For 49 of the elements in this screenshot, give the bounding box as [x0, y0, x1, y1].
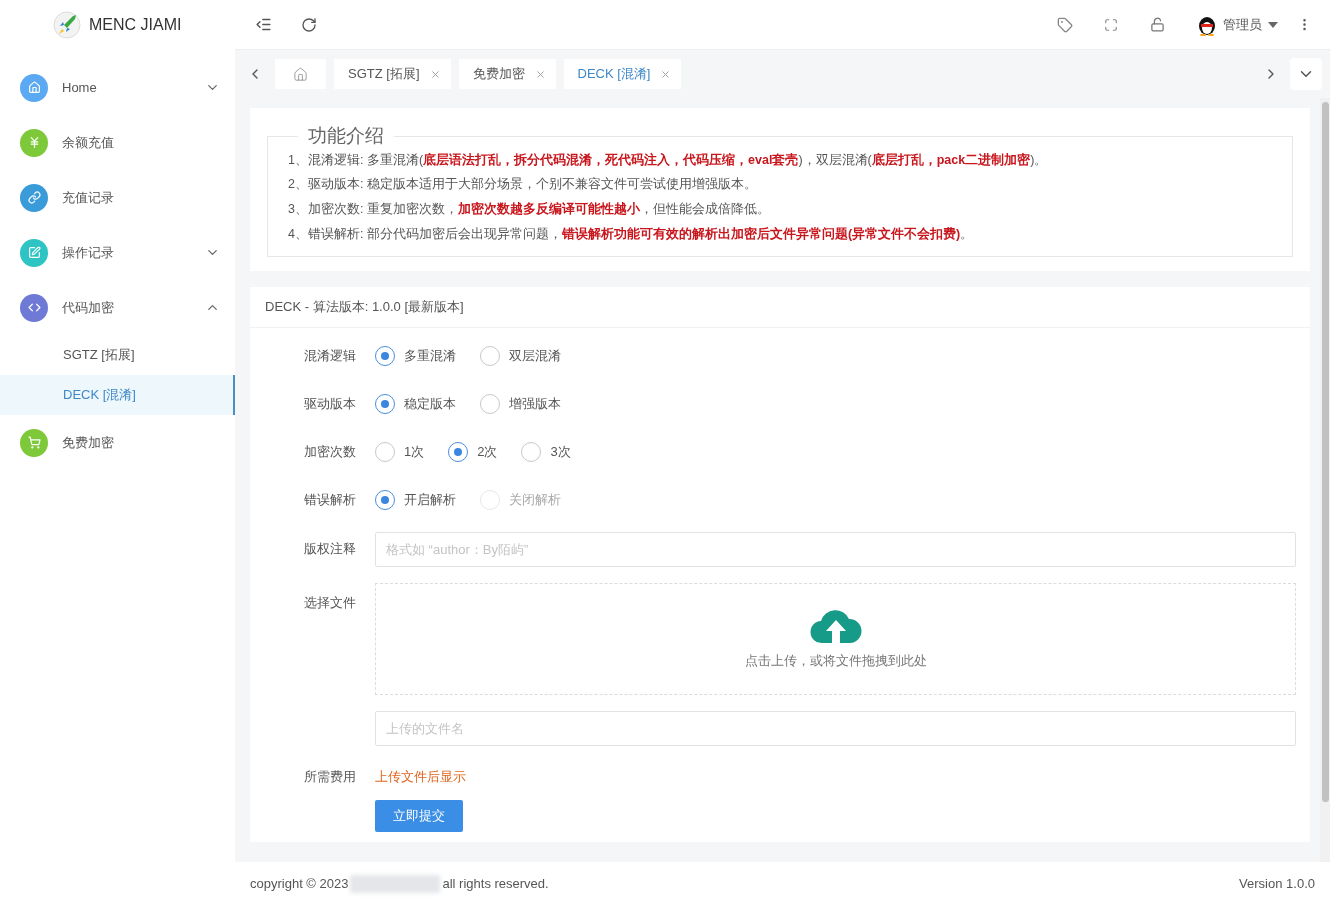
card-title: DECK - 算法版本: 1.0.0 [最新版本]: [265, 297, 464, 316]
tabs-menu-button[interactable]: [1290, 58, 1322, 90]
sidebar-item[interactable]: 代码加密: [0, 280, 235, 335]
field-label: 错误解析: [304, 491, 356, 507]
radio-option[interactable]: 2次: [448, 441, 498, 462]
sidebar-item[interactable]: 充值记录: [0, 170, 235, 225]
upload-hint: 点击上传，或将文件拖拽到此处: [744, 651, 927, 670]
radio-option[interactable]: 多重混淆: [375, 345, 456, 366]
caret-icon: [1268, 21, 1278, 28]
field-label: 加密次数: [304, 443, 356, 459]
radio-option[interactable]: 3次: [521, 441, 571, 462]
close-icon[interactable]: [534, 68, 546, 80]
sidebar-item[interactable]: 操作记录: [0, 225, 235, 280]
tab[interactable]: DECK [混淆]: [563, 59, 682, 89]
rocket-logo-icon: [53, 11, 81, 39]
radio-option[interactable]: 增强版本: [480, 393, 561, 414]
home-tab[interactable]: [275, 59, 326, 89]
section-title: 功能介绍: [307, 124, 385, 148]
user-menu[interactable]: 管理员: [1197, 13, 1278, 36]
upload-dropzone[interactable]: 点击上传，或将文件拖拽到此处: [375, 582, 1296, 695]
fee-note: 上传文件后显示: [375, 767, 466, 786]
version-text: Version 1.0.0: [1239, 875, 1315, 894]
field-label: 选择文件: [304, 594, 356, 610]
field-label: 混淆逻辑: [304, 347, 356, 363]
brand-title: MENC JIAMI: [89, 15, 182, 35]
sidebar-item[interactable]: 余额充值: [0, 115, 235, 170]
radio-option[interactable]: 双层混淆: [480, 345, 561, 366]
close-icon[interactable]: [429, 68, 441, 80]
tab[interactable]: SGTZ [拓展]: [334, 59, 451, 89]
intro-line: 3、加密次数: 重复加密次数，加密次数越多反编译可能性越小，但性能会成倍降低。: [288, 201, 771, 218]
radio-option[interactable]: 1次: [375, 441, 425, 462]
intro-line: 2、驱动版本: 稳定版本适用于大部分场景，个别不兼容文件可尝试使用增强版本。: [288, 176, 758, 194]
intro-line: 1、混淆逻辑: 多重混淆(底层语法打乱，拆分代码混淆，死代码注入，代码压缩，eval套壳)，双层混淆(底层打乱，pack二进制加密)。: [288, 151, 1049, 169]
sidebar-item[interactable]: 免费加密: [0, 415, 235, 470]
copyright-text: copyright © 2023: [250, 875, 349, 894]
submenu-item[interactable]: DECK [混淆]: [0, 375, 235, 415]
sidebar-item[interactable]: Home: [0, 60, 235, 115]
field-label: 版权注释: [304, 541, 356, 557]
copyright-text: all rights reserved.: [442, 875, 549, 894]
close-icon[interactable]: [660, 68, 672, 80]
radio-option[interactable]: 开启解析: [375, 489, 456, 510]
field-label: 驱动版本: [304, 395, 356, 411]
home-icon: [293, 66, 308, 82]
radio-option[interactable]: 稳定版本: [375, 393, 456, 414]
submenu-item[interactable]: SGTZ [拓展]: [0, 335, 235, 375]
field-label: 所需费用: [304, 768, 356, 784]
input-field[interactable]: 上传的文件名: [375, 710, 1296, 746]
tab[interactable]: 免费加密: [458, 59, 556, 89]
intro-line: 4、错误解析: 部分代码加密后会出现异常问题，错误解析功能可有效的解析出加密后文件异常问题(异常文件不会扣费)。: [288, 225, 975, 243]
